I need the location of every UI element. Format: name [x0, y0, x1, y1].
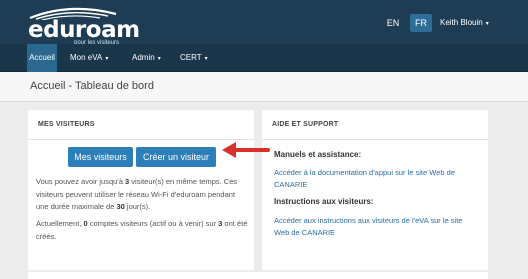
- main-nav: Accueil Mon eVA ▾ Admin ▾ CERT ▾: [0, 44, 528, 72]
- panel-header: MES VISITEURS: [28, 110, 254, 140]
- red-arrow-icon: [222, 142, 270, 158]
- support-panel: AIDE ET SUPPORT Manuels et assistance: A…: [262, 110, 488, 270]
- nav-item-label: Admin: [132, 53, 155, 62]
- language-en-button[interactable]: EN: [382, 14, 404, 32]
- panel-title: AIDE ET SUPPORT: [272, 121, 339, 128]
- page-title: Accueil - Tableau de bord: [30, 80, 154, 92]
- visitors-panel: MES VISITEURS Mes visiteurs Créer un vis…: [28, 110, 254, 270]
- nav-item-accueil[interactable]: Accueil: [27, 44, 57, 72]
- eduroam-logo[interactable]: eduroam pour les visiteurs: [28, 4, 148, 46]
- page-header: Accueil - Tableau de bord: [0, 72, 528, 102]
- visitor-count-text: Actuellement, 0 comptes visiteurs (actif…: [36, 219, 248, 241]
- nav-item-cert[interactable]: CERT ▾: [180, 44, 208, 72]
- user-menu[interactable]: Keith Blouin ▾: [440, 14, 489, 32]
- nav-item-label: Accueil: [29, 53, 55, 62]
- visitor-limit-text: Vous pouvez avoir jusqu'à 3 visiteur(s) …: [36, 177, 238, 211]
- chevron-down-icon: ▾: [157, 56, 161, 62]
- instructions-heading: Instructions aux visiteurs:: [274, 197, 374, 206]
- next-panel-edge: [28, 272, 488, 279]
- nav-item-mon-eva[interactable]: Mon eVA ▾: [70, 44, 108, 72]
- nav-item-label: CERT: [180, 53, 202, 62]
- user-name: Keith Blouin: [440, 18, 483, 27]
- language-fr-button[interactable]: FR: [410, 14, 432, 32]
- top-header: eduroam pour les visiteurs EN FR Keith B…: [0, 0, 528, 46]
- chevron-down-icon: ▾: [105, 56, 109, 62]
- panel-title: MES VISITEURS: [38, 121, 95, 128]
- documentation-link[interactable]: Accéder à la documentation d'appui sur l…: [274, 167, 479, 191]
- visitor-instructions-link[interactable]: Accéder aux instructions aux visiteurs d…: [274, 215, 479, 239]
- nav-item-label: Mon eVA: [70, 53, 103, 62]
- nav-item-admin[interactable]: Admin ▾: [132, 44, 161, 72]
- chevron-down-icon: ▾: [204, 56, 208, 62]
- panel-header: AIDE ET SUPPORT: [262, 110, 488, 140]
- my-visitors-button[interactable]: Mes visiteurs: [68, 147, 133, 167]
- create-visitor-button[interactable]: Créer un visiteur: [136, 147, 216, 167]
- chevron-down-icon: ▾: [485, 21, 489, 27]
- manuals-heading: Manuels et assistance:: [274, 150, 362, 159]
